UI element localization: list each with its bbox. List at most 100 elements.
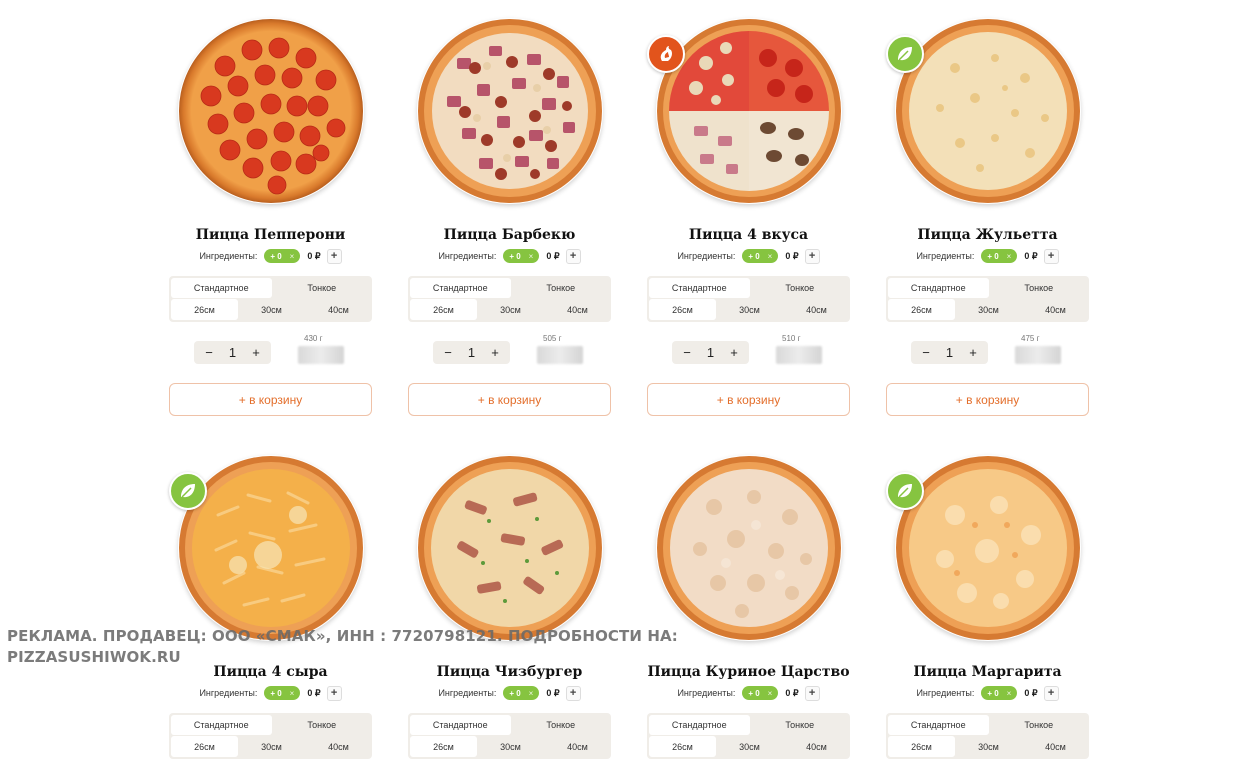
size-26-option[interactable]: 26см: [649, 299, 716, 320]
dough-thin-option[interactable]: Тонкое: [511, 715, 612, 735]
product-title[interactable]: Пицца 4 вкуса: [689, 226, 808, 244]
product-title[interactable]: Пицца Барбекю: [444, 226, 576, 244]
ingredients-price: 0 ₽: [785, 687, 799, 698]
dough-standard-option[interactable]: Стандартное: [171, 715, 272, 735]
minus-button[interactable]: −: [919, 345, 933, 360]
dough-standard-option[interactable]: Стандартное: [888, 278, 989, 298]
size-26-option[interactable]: 26см: [649, 736, 716, 757]
dough-standard-option[interactable]: Стандартное: [171, 278, 272, 298]
size-30-option[interactable]: 30см: [238, 736, 305, 757]
dough-thin-option[interactable]: Тонкое: [750, 278, 851, 298]
dough-thin-option[interactable]: Тонкое: [989, 715, 1090, 735]
size-40-option[interactable]: 40см: [305, 299, 372, 320]
dough-standard-option[interactable]: Стандартное: [888, 715, 989, 735]
close-icon[interactable]: ×: [529, 252, 534, 261]
dough-selector: Стандартное Тонкое: [410, 715, 611, 736]
dough-standard-option[interactable]: Стандартное: [649, 278, 750, 298]
size-26-option[interactable]: 26см: [171, 299, 238, 320]
add-to-cart-button[interactable]: + в корзину: [647, 383, 850, 416]
close-icon[interactable]: ×: [768, 689, 773, 698]
ingredients-price: 0 ₽: [546, 687, 560, 698]
plus-button[interactable]: +: [966, 345, 980, 360]
size-30-option[interactable]: 30см: [477, 299, 544, 320]
ad-disclaimer-line1: РЕКЛАМА. ПРОДАВЕЦ: ООО «СМАК», ИНН : 772…: [7, 627, 678, 645]
product-title[interactable]: Пицца Жульетта: [917, 226, 1057, 244]
size-30-option[interactable]: 30см: [955, 736, 1022, 757]
ingredients-pill[interactable]: + 0 ×: [264, 249, 301, 263]
ingredients-pill[interactable]: + 0 ×: [742, 249, 779, 263]
add-to-cart-button[interactable]: + в корзину: [886, 383, 1089, 416]
ingredients-row: Ингредиенты: + 0 × 0 ₽ +: [677, 248, 820, 264]
size-selector: 26см 30см 40см: [171, 736, 372, 757]
close-icon[interactable]: ×: [529, 689, 534, 698]
add-ingredient-button[interactable]: +: [1043, 685, 1059, 701]
size-40-option[interactable]: 40см: [305, 736, 372, 757]
ingredients-pill[interactable]: + 0 ×: [503, 686, 540, 700]
add-ingredient-button[interactable]: +: [565, 248, 581, 264]
pizza-pepperoni-image[interactable]: [178, 18, 364, 204]
minus-button[interactable]: −: [680, 345, 694, 360]
add-to-cart-button[interactable]: + в корзину: [169, 383, 372, 416]
quantity-row: − 1 + 510 г: [647, 334, 850, 364]
plus-button[interactable]: +: [488, 345, 502, 360]
product-title[interactable]: Пицца Пепперони: [196, 226, 346, 244]
dough-standard-option[interactable]: Стандартное: [410, 715, 511, 735]
dough-standard-option[interactable]: Стандартное: [649, 715, 750, 735]
size-26-option[interactable]: 26см: [888, 736, 955, 757]
dough-thin-option[interactable]: Тонкое: [511, 278, 612, 298]
plus-button[interactable]: +: [249, 345, 263, 360]
add-to-cart-button[interactable]: + в корзину: [408, 383, 611, 416]
pizza-image-wrap: [646, 16, 844, 206]
minus-button[interactable]: −: [202, 345, 216, 360]
close-icon[interactable]: ×: [290, 689, 295, 698]
size-30-option[interactable]: 30см: [716, 299, 783, 320]
product-card: Пицца Барбекю Ингредиенты: + 0 × 0 ₽ + Ст…: [408, 14, 611, 416]
dough-thin-option[interactable]: Тонкое: [272, 715, 373, 735]
ingredients-pill[interactable]: + 0 ×: [981, 249, 1018, 263]
size-30-option[interactable]: 30см: [238, 299, 305, 320]
add-ingredient-button[interactable]: +: [565, 685, 581, 701]
size-26-option[interactable]: 26см: [888, 299, 955, 320]
size-30-option[interactable]: 30см: [716, 736, 783, 757]
dough-thin-option[interactable]: Тонкое: [272, 278, 373, 298]
close-icon[interactable]: ×: [1007, 689, 1012, 698]
size-40-option[interactable]: 40см: [1022, 736, 1089, 757]
minus-button[interactable]: −: [441, 345, 455, 360]
size-40-option[interactable]: 40см: [1022, 299, 1089, 320]
close-icon[interactable]: ×: [1007, 252, 1012, 261]
pizza-cheeseburger-image[interactable]: [417, 455, 603, 641]
weight-info: 510 г: [776, 334, 826, 364]
dough-standard-option[interactable]: Стандартное: [410, 278, 511, 298]
product-card: Пицца 4 сыра Ингредиенты: + 0 × 0 ₽ + Ста…: [168, 451, 373, 759]
close-icon[interactable]: ×: [290, 252, 295, 261]
add-ingredient-button[interactable]: +: [804, 685, 820, 701]
product-title[interactable]: Пицца Маргарита: [913, 663, 1061, 681]
ingredients-price: 0 ₽: [1024, 250, 1038, 261]
size-40-option[interactable]: 40см: [783, 299, 850, 320]
size-26-option[interactable]: 26см: [410, 299, 477, 320]
size-40-option[interactable]: 40см: [544, 299, 611, 320]
plus-button[interactable]: +: [727, 345, 741, 360]
size-30-option[interactable]: 30см: [955, 299, 1022, 320]
ingredients-price: 0 ₽: [1024, 687, 1038, 698]
add-ingredient-button[interactable]: +: [326, 248, 342, 264]
dough-thin-option[interactable]: Тонкое: [989, 278, 1090, 298]
add-ingredient-button[interactable]: +: [326, 685, 342, 701]
pizza-chicken-kingdom-image[interactable]: [656, 455, 842, 641]
add-ingredient-button[interactable]: +: [1043, 248, 1059, 264]
close-icon[interactable]: ×: [768, 252, 773, 261]
size-26-option[interactable]: 26см: [171, 736, 238, 757]
ingredients-pill[interactable]: + 0 ×: [981, 686, 1018, 700]
size-40-option[interactable]: 40см: [783, 736, 850, 757]
size-40-option[interactable]: 40см: [544, 736, 611, 757]
add-ingredient-button[interactable]: +: [804, 248, 820, 264]
ingredients-pill[interactable]: + 0 ×: [503, 249, 540, 263]
ingredients-pill[interactable]: + 0 ×: [742, 686, 779, 700]
options-selector: Стандартное Тонкое 26см 30см 40см: [647, 713, 850, 759]
dough-thin-option[interactable]: Тонкое: [750, 715, 851, 735]
size-30-option[interactable]: 30см: [477, 736, 544, 757]
pizza-bbq-image[interactable]: [417, 18, 603, 204]
ingredients-pill[interactable]: + 0 ×: [264, 686, 301, 700]
size-26-option[interactable]: 26см: [410, 736, 477, 757]
ingredients-row: Ингредиенты: + 0 × 0 ₽ +: [438, 248, 581, 264]
